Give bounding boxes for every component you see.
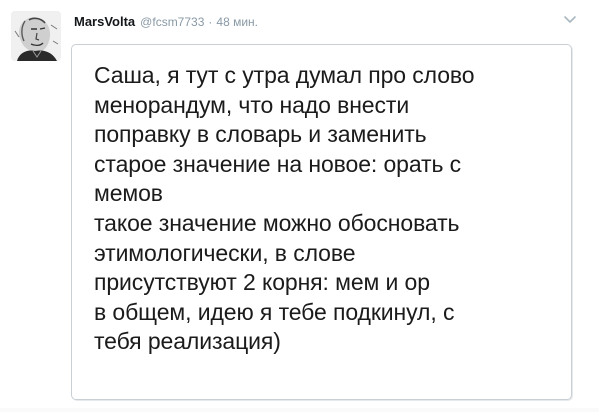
meta-separator: · <box>208 15 213 29</box>
avatar[interactable] <box>11 11 61 61</box>
tweet: MarsVolta @fcsm7733 · 48 мин. Саша, я ту… <box>0 0 599 412</box>
tweet-timestamp[interactable]: 48 мин. <box>216 15 258 29</box>
user-handle[interactable]: @fcsm7733 <box>140 15 204 29</box>
tweet-menu-button[interactable] <box>561 13 579 27</box>
display-name[interactable]: MarsVolta <box>74 14 135 29</box>
chevron-down-icon <box>564 16 576 23</box>
tweet-divider <box>0 408 599 412</box>
attached-image-card[interactable]: Саша, я тут с утра думал про слово менор… <box>71 44 572 400</box>
screenshot-message-text: Саша, я тут с утра думал про слово менор… <box>94 62 475 355</box>
avatar-portrait-icon <box>11 11 61 61</box>
tweet-header: MarsVolta @fcsm7733 · 48 мин. <box>74 14 258 32</box>
